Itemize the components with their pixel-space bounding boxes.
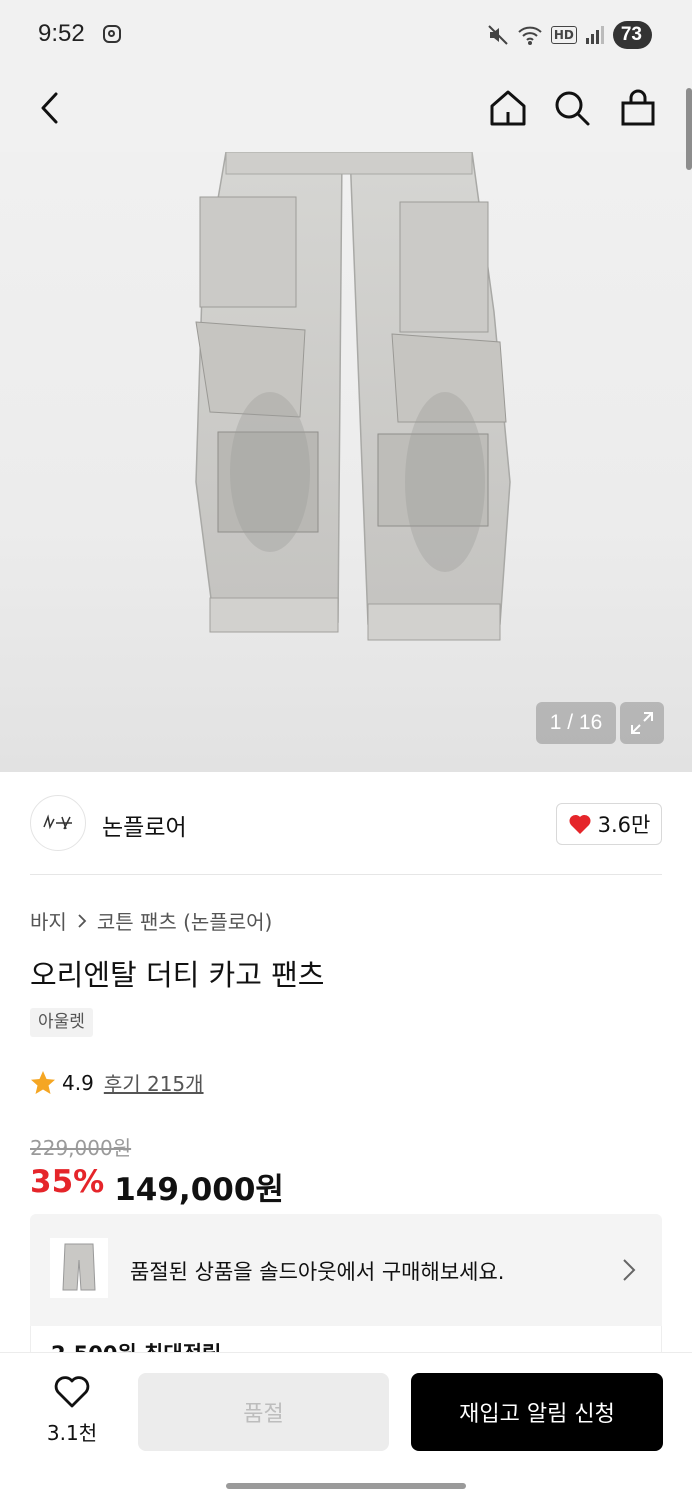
soldout-button[interactable]: 품절 [138, 1373, 389, 1451]
discount-rate: 35% [30, 1164, 105, 1200]
home-button[interactable] [484, 84, 532, 132]
star-icon [31, 1070, 55, 1094]
brand-row[interactable]: 논플로어 3.6만 [0, 773, 692, 875]
review-link[interactable]: 후기 215개 [104, 1068, 204, 1097]
chevron-right-icon [623, 1259, 636, 1281]
breadcrumb: 바지 코튼 팬츠 (논플로어) [30, 906, 272, 935]
brand-like-button[interactable]: 3.6만 [556, 803, 662, 845]
search-button[interactable] [548, 84, 596, 132]
bottom-action-bar: 3.1천 품절 재입고 알림 신청 [0, 1352, 692, 1501]
breadcrumb-subcategory[interactable]: 코튼 팬츠 (논플로어) [97, 906, 273, 935]
brand-logo-icon [43, 814, 72, 830]
chevron-right-icon [78, 913, 87, 928]
soldout-banner-text: 품절된 상품을 솔드아웃에서 구매해보세요. [130, 1260, 505, 1284]
expand-image-button[interactable] [620, 702, 664, 744]
pants-thumbnail [62, 1243, 96, 1291]
battery-indicator: 73 [612, 21, 652, 49]
rating-value: 4.9 [62, 1070, 94, 1095]
home-icon [490, 90, 526, 126]
instagram-icon [103, 25, 121, 43]
search-icon [555, 91, 590, 126]
back-arrow-icon [41, 92, 58, 124]
cart-button[interactable] [614, 84, 662, 132]
shopping-bag-icon [621, 89, 655, 126]
brand-logo[interactable] [30, 795, 86, 851]
points-text: 2,500원 최대적립 [51, 1338, 221, 1352]
product-title: 오리엔탈 더티 카고 팬츠 [30, 958, 325, 992]
back-button[interactable] [26, 84, 74, 132]
page-scrollbar[interactable] [686, 88, 692, 170]
signal-icon [585, 26, 604, 44]
brand-name[interactable]: 논플로어 [102, 808, 187, 842]
outlet-badge: 아울렛 [30, 1008, 93, 1037]
mute-icon [488, 25, 508, 45]
wishlist-count: 3.1천 [46, 1421, 98, 1445]
product-image[interactable] [0, 152, 692, 772]
image-counter: 1 / 16 [536, 702, 616, 744]
rating-row: 4.9 후기 215개 [30, 1068, 204, 1097]
status-bar: 9:52 HD 73 [0, 0, 692, 70]
price-row: 35% 149,000원 [30, 1164, 284, 1209]
wifi-icon [518, 26, 542, 45]
app-header [0, 70, 692, 152]
brand-like-count: 3.6만 [597, 813, 651, 837]
divider [30, 874, 662, 875]
soldout-banner[interactable]: 품절된 상품을 솔드아웃에서 구매해보세요. [30, 1214, 662, 1326]
wishlist-button[interactable]: 3.1천 [36, 1375, 108, 1447]
soldout-thumbnail [50, 1238, 108, 1298]
heart-outline-icon [54, 1376, 90, 1408]
restock-alert-button[interactable]: 재입고 알림 신청 [411, 1373, 663, 1451]
status-icons: HD 73 [487, 20, 652, 50]
expand-icon [631, 712, 653, 734]
points-info: 2,500원 최대적립 [30, 1326, 662, 1352]
status-time: 9:52 [38, 20, 85, 47]
breadcrumb-category[interactable]: 바지 [30, 906, 67, 935]
heart-filled-icon [569, 814, 591, 834]
product-photo [195, 152, 511, 641]
sale-price: 149,000원 [114, 1172, 284, 1208]
home-indicator[interactable] [226, 1483, 466, 1489]
hd-badge: HD [550, 26, 577, 44]
original-price: 229,000원 [30, 1136, 132, 1160]
